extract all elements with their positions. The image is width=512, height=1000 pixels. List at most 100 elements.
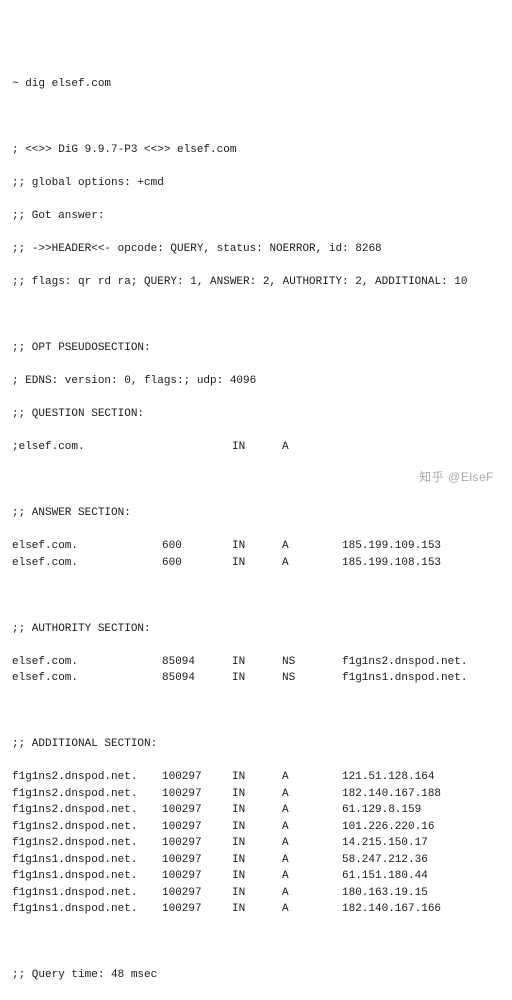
rr-class: IN bbox=[232, 802, 282, 819]
rr-name: f1g1ns1.dnspod.net. bbox=[12, 868, 162, 885]
got-answer: ;; Got answer: bbox=[12, 208, 500, 225]
rr-ttl: 85094 bbox=[162, 670, 232, 687]
additional-row: f1g1ns1.dnspod.net.100297INA58.247.212.3… bbox=[12, 852, 500, 869]
additional-header: ;; ADDITIONAL SECTION: bbox=[12, 736, 500, 753]
rr-class: IN bbox=[232, 901, 282, 918]
edns-line: ; EDNS: version: 0, flags:; udp: 4096 bbox=[12, 373, 500, 390]
rr-class: IN bbox=[232, 555, 282, 572]
rr-name: f1g1ns1.dnspod.net. bbox=[12, 901, 162, 918]
q-name: ;elsef.com. bbox=[12, 439, 162, 456]
rr-class: IN bbox=[232, 885, 282, 902]
additional-section: f1g1ns2.dnspod.net.100297INA121.51.128.1… bbox=[12, 769, 500, 918]
rr-data: 58.247.212.36 bbox=[342, 852, 500, 869]
header-line: ;; ->>HEADER<<- opcode: QUERY, status: N… bbox=[12, 241, 500, 258]
rr-ttl: 100297 bbox=[162, 852, 232, 869]
blank-line bbox=[12, 934, 500, 951]
blank-line bbox=[12, 109, 500, 126]
rr-type: NS bbox=[282, 670, 342, 687]
rr-type: A bbox=[282, 769, 342, 786]
rr-data: 185.199.109.153 bbox=[342, 538, 500, 555]
rr-data: 182.140.167.188 bbox=[342, 786, 500, 803]
authority-row: elsef.com.85094INNSf1g1ns2.dnspod.net. bbox=[12, 654, 500, 671]
rr-ttl: 600 bbox=[162, 555, 232, 572]
q-data bbox=[342, 439, 500, 456]
query-time: ;; Query time: 48 msec bbox=[12, 967, 500, 984]
rr-ttl: 100297 bbox=[162, 835, 232, 852]
rr-class: IN bbox=[232, 819, 282, 836]
rr-ttl: 100297 bbox=[162, 868, 232, 885]
rr-ttl: 100297 bbox=[162, 819, 232, 836]
rr-data: 182.140.167.166 bbox=[342, 901, 500, 918]
rr-data: 61.129.8.159 bbox=[342, 802, 500, 819]
rr-name: f1g1ns1.dnspod.net. bbox=[12, 885, 162, 902]
rr-class: IN bbox=[232, 670, 282, 687]
command-prompt: ~ dig elsef.com bbox=[12, 76, 500, 93]
rr-class: IN bbox=[232, 769, 282, 786]
additional-row: f1g1ns1.dnspod.net.100297INA180.163.19.1… bbox=[12, 885, 500, 902]
blank-line bbox=[12, 588, 500, 605]
watermark: 知乎 @ElseF bbox=[419, 468, 494, 486]
rr-ttl: 100297 bbox=[162, 786, 232, 803]
rr-class: IN bbox=[232, 835, 282, 852]
rr-type: A bbox=[282, 802, 342, 819]
rr-name: f1g1ns1.dnspod.net. bbox=[12, 852, 162, 869]
answer-row: elsef.com.600INA185.199.109.153 bbox=[12, 538, 500, 555]
rr-ttl: 85094 bbox=[162, 654, 232, 671]
rr-ttl: 100297 bbox=[162, 885, 232, 902]
rr-name: f1g1ns2.dnspod.net. bbox=[12, 819, 162, 836]
additional-row: f1g1ns2.dnspod.net.100297INA182.140.167.… bbox=[12, 786, 500, 803]
rr-name: f1g1ns2.dnspod.net. bbox=[12, 802, 162, 819]
rr-name: elsef.com. bbox=[12, 555, 162, 572]
q-type: A bbox=[282, 439, 342, 456]
rr-data: f1g1ns1.dnspod.net. bbox=[342, 670, 500, 687]
rr-data: 14.215.150.17 bbox=[342, 835, 500, 852]
additional-row: f1g1ns2.dnspod.net.100297INA14.215.150.1… bbox=[12, 835, 500, 852]
answer-header: ;; ANSWER SECTION: bbox=[12, 505, 500, 522]
blank-line bbox=[12, 703, 500, 720]
rr-type: A bbox=[282, 885, 342, 902]
authority-section: elsef.com.85094INNSf1g1ns2.dnspod.net.el… bbox=[12, 654, 500, 687]
rr-data: f1g1ns2.dnspod.net. bbox=[342, 654, 500, 671]
rr-class: IN bbox=[232, 852, 282, 869]
rr-name: elsef.com. bbox=[12, 670, 162, 687]
answer-row: elsef.com.600INA185.199.108.153 bbox=[12, 555, 500, 572]
dig-banner: ; <<>> DiG 9.9.7-P3 <<>> elsef.com bbox=[12, 142, 500, 159]
flags-line: ;; flags: qr rd ra; QUERY: 1, ANSWER: 2,… bbox=[12, 274, 500, 291]
answer-section: elsef.com.600INA185.199.109.153elsef.com… bbox=[12, 538, 500, 571]
rr-type: A bbox=[282, 819, 342, 836]
rr-name: f1g1ns2.dnspod.net. bbox=[12, 786, 162, 803]
rr-class: IN bbox=[232, 654, 282, 671]
rr-data: 180.163.19.15 bbox=[342, 885, 500, 902]
rr-type: A bbox=[282, 786, 342, 803]
q-ttl bbox=[162, 439, 232, 456]
additional-row: f1g1ns2.dnspod.net.100297INA121.51.128.1… bbox=[12, 769, 500, 786]
rr-ttl: 100297 bbox=[162, 769, 232, 786]
rr-ttl: 100297 bbox=[162, 901, 232, 918]
rr-type: A bbox=[282, 852, 342, 869]
rr-ttl: 600 bbox=[162, 538, 232, 555]
rr-data: 61.151.180.44 bbox=[342, 868, 500, 885]
additional-row: f1g1ns2.dnspod.net.100297INA101.226.220.… bbox=[12, 819, 500, 836]
rr-data: 185.199.108.153 bbox=[342, 555, 500, 572]
rr-data: 101.226.220.16 bbox=[342, 819, 500, 836]
opt-header: ;; OPT PSEUDOSECTION: bbox=[12, 340, 500, 357]
rr-data: 121.51.128.164 bbox=[342, 769, 500, 786]
q-class: IN bbox=[232, 439, 282, 456]
rr-ttl: 100297 bbox=[162, 802, 232, 819]
question-header: ;; QUESTION SECTION: bbox=[12, 406, 500, 423]
rr-name: elsef.com. bbox=[12, 654, 162, 671]
authority-header: ;; AUTHORITY SECTION: bbox=[12, 621, 500, 638]
rr-type: A bbox=[282, 555, 342, 572]
rr-type: NS bbox=[282, 654, 342, 671]
rr-type: A bbox=[282, 901, 342, 918]
rr-class: IN bbox=[232, 868, 282, 885]
rr-name: elsef.com. bbox=[12, 538, 162, 555]
additional-row: f1g1ns1.dnspod.net.100297INA182.140.167.… bbox=[12, 901, 500, 918]
blank-line bbox=[12, 307, 500, 324]
additional-row: f1g1ns1.dnspod.net.100297INA61.151.180.4… bbox=[12, 868, 500, 885]
additional-row: f1g1ns2.dnspod.net.100297INA61.129.8.159 bbox=[12, 802, 500, 819]
rr-name: f1g1ns2.dnspod.net. bbox=[12, 769, 162, 786]
global-options: ;; global options: +cmd bbox=[12, 175, 500, 192]
rr-class: IN bbox=[232, 786, 282, 803]
rr-type: A bbox=[282, 835, 342, 852]
